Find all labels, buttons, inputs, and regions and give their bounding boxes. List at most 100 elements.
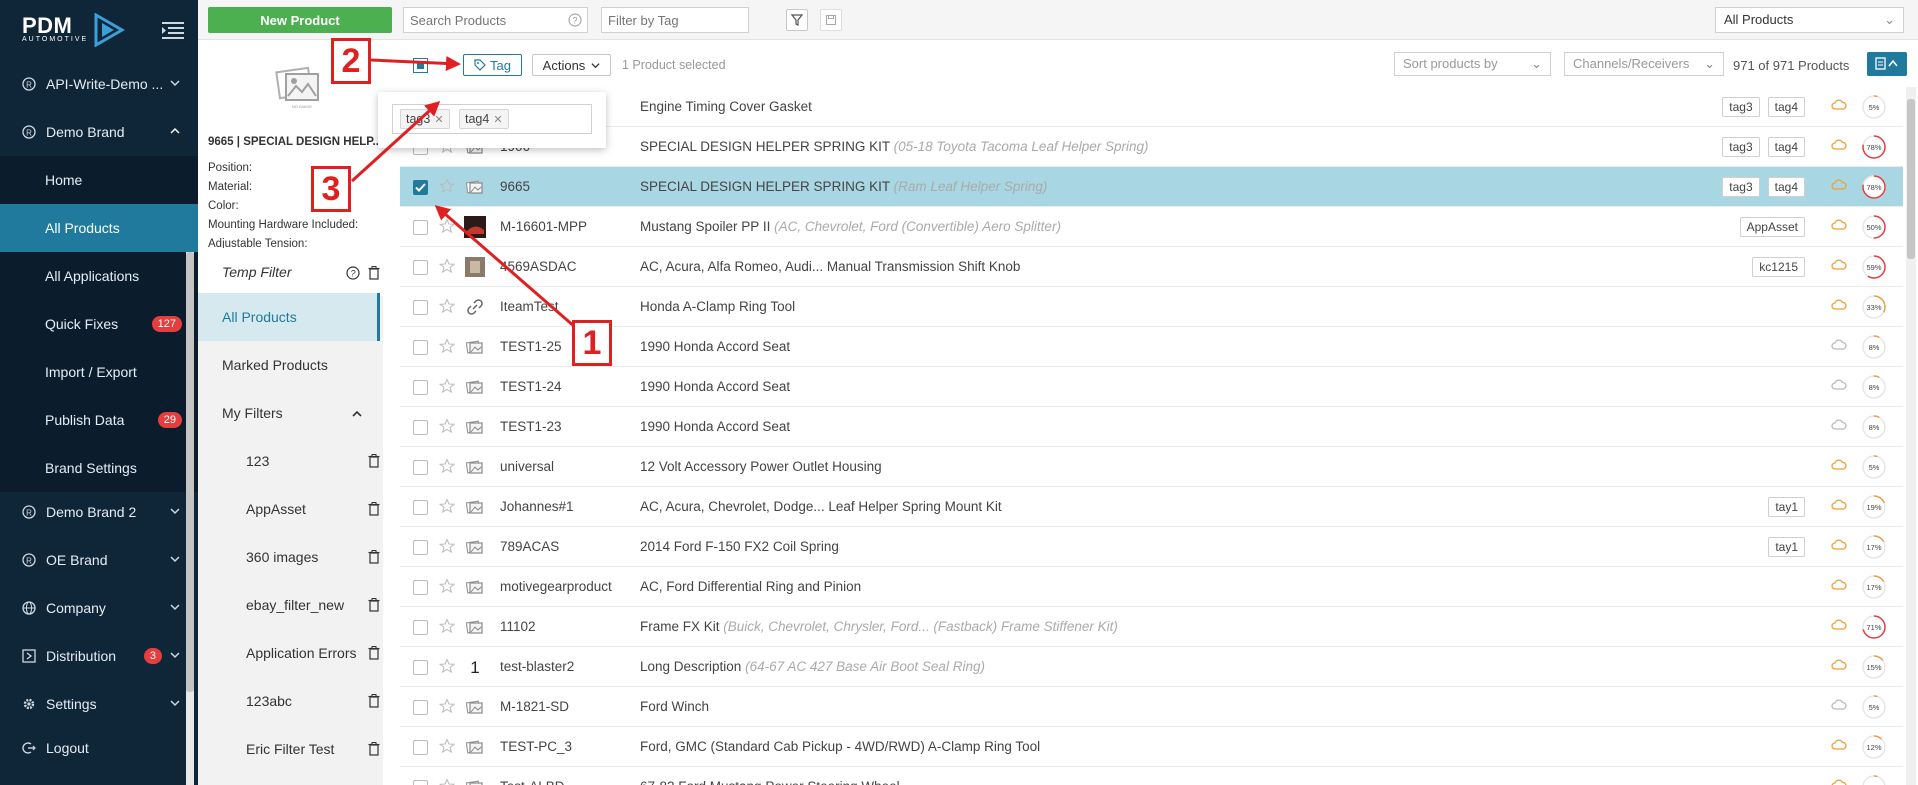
product-tag[interactable]: tag4 — [1767, 137, 1805, 157]
part-number[interactable]: M-16601-MPP — [500, 219, 625, 234]
product-tag[interactable]: tag4 — [1767, 97, 1805, 117]
row-checkbox[interactable] — [413, 620, 428, 635]
tag-chip[interactable]: tag4 ✕ — [459, 109, 509, 129]
trash-icon[interactable] — [368, 454, 380, 468]
table-row[interactable]: 9665 SPECIAL DESIGN HELPER SPRING KIT (Ra… — [400, 167, 1903, 207]
trash-icon[interactable] — [368, 550, 380, 564]
product-name[interactable]: 1990 Honda Accord Seat — [640, 419, 790, 434]
row-checkbox[interactable] — [413, 740, 428, 755]
saved-filter-item[interactable]: ebay_filter_new — [198, 581, 380, 629]
row-checkbox[interactable] — [413, 660, 428, 675]
table-row[interactable]: IteamTest Honda A-Clamp Ring Tool 33% — [400, 287, 1903, 327]
table-row[interactable]: TEST1-25 1990 Honda Accord Seat 8% — [400, 327, 1903, 367]
table-row[interactable]: Test-ALBD 67-82 Ford Mustang Power Steeri… — [400, 767, 1903, 785]
saved-filter-item[interactable]: 360 images — [198, 533, 380, 581]
nav-demo-brand-2[interactable]: R Demo Brand 2 — [0, 488, 198, 536]
tag-button[interactable]: Tag — [463, 54, 522, 76]
star-icon[interactable] — [439, 178, 455, 194]
search-input[interactable] — [403, 7, 588, 33]
help-icon[interactable]: ? — [568, 13, 582, 27]
temp-filter[interactable]: Temp Filter ? — [198, 248, 384, 296]
new-product-button[interactable]: New Product — [208, 7, 392, 33]
nav-all-applications[interactable]: All Applications — [0, 252, 198, 300]
nav-home[interactable]: Home — [0, 156, 198, 204]
part-number[interactable]: test-blaster2 — [500, 659, 625, 674]
table-row[interactable]: 789ACAS 2014 Ford F-150 FX2 Coil Spring t… — [400, 527, 1903, 567]
product-table-scrollbar[interactable] — [1906, 87, 1916, 785]
actions-dropdown[interactable]: Actions — [532, 54, 611, 76]
row-checkbox[interactable] — [413, 220, 428, 235]
star-icon[interactable] — [439, 778, 455, 785]
product-name[interactable]: AC, Acura, Alfa Romeo, Audi... Manual Tr… — [640, 259, 1020, 274]
product-name[interactable]: 12 Volt Accessory Power Outlet Housing — [640, 459, 882, 474]
star-icon[interactable] — [439, 738, 455, 754]
table-row[interactable]: motivegearproduct AC, Ford Differential R… — [400, 567, 1903, 607]
tag-chip[interactable]: tag3 ✕ — [400, 109, 450, 129]
part-number[interactable]: IteamTest — [500, 299, 625, 314]
part-number[interactable]: Test-ALBD — [500, 779, 625, 785]
product-name[interactable]: 67-82 Ford Mustang Power Steering Wheel — [640, 779, 900, 785]
row-checkbox[interactable] — [413, 540, 428, 555]
remove-tag-icon[interactable]: ✕ — [493, 114, 502, 126]
nav-publish-data[interactable]: Publish Data 29 — [0, 396, 198, 444]
my-filters-header[interactable]: My Filters — [198, 389, 380, 437]
row-checkbox[interactable] — [413, 380, 428, 395]
table-row[interactable]: TEST-PC_3 Ford, GMC (Standard Cab Pickup … — [400, 727, 1903, 767]
trash-icon[interactable] — [368, 742, 380, 756]
table-row[interactable]: M-16601-MPP Mustang Spoiler PP II (AC, Ch… — [400, 207, 1903, 247]
table-row[interactable]: TEST1-23 1990 Honda Accord Seat 8% — [400, 407, 1903, 447]
row-checkbox[interactable] — [413, 420, 428, 435]
saved-filter-item[interactable]: Application Errors — [198, 629, 380, 677]
filter-panel-scrollbar[interactable] — [186, 252, 194, 785]
product-name[interactable]: SPECIAL DESIGN HELPER SPRING KIT (05-18 … — [640, 139, 1149, 154]
product-tag[interactable]: tag3 — [1722, 177, 1760, 197]
product-name[interactable]: Engine Timing Cover Gasket — [640, 99, 812, 114]
product-tag[interactable]: tag4 — [1767, 177, 1805, 197]
saved-filter-item[interactable]: 123 — [198, 437, 380, 485]
product-name[interactable]: Ford, GMC (Standard Cab Pickup - 4WD/RWD… — [640, 739, 1040, 754]
part-number[interactable]: 9665 — [500, 179, 625, 194]
remove-tag-icon[interactable]: ✕ — [434, 114, 443, 126]
scope-select[interactable]: All Products ⌄ — [1715, 7, 1904, 33]
table-row[interactable]: 1 test-blaster2 Long Description (64-67 AC… — [400, 647, 1903, 687]
trash-icon[interactable] — [368, 646, 380, 660]
row-checkbox[interactable] — [413, 300, 428, 315]
star-icon[interactable] — [439, 618, 455, 634]
star-icon[interactable] — [439, 578, 455, 594]
product-name[interactable]: Frame FX Kit (Buick, Chevrolet, Chrysler… — [640, 619, 1118, 634]
filter-button[interactable] — [786, 9, 808, 31]
product-tag[interactable]: tag3 — [1722, 97, 1760, 117]
row-checkbox[interactable] — [413, 180, 428, 195]
nav-oe-brand[interactable]: R OE Brand — [0, 536, 198, 584]
help-icon[interactable]: ? — [346, 266, 360, 280]
nav-api-write-demo[interactable]: R API-Write-Demo ... — [0, 60, 198, 108]
product-name[interactable]: AC, Acura, Chevrolet, Dodge... Leaf Help… — [640, 499, 1002, 514]
star-icon[interactable] — [439, 218, 455, 234]
row-checkbox[interactable] — [413, 580, 428, 595]
product-tag[interactable]: kc1215 — [1752, 257, 1805, 277]
product-name[interactable]: Long Description (64-67 AC 427 Base Air … — [640, 659, 985, 674]
row-checkbox[interactable] — [413, 700, 428, 715]
row-checkbox[interactable] — [413, 780, 428, 785]
star-icon[interactable] — [439, 258, 455, 274]
channels-select[interactable]: Channels/Receivers ⌄ — [1564, 52, 1724, 76]
part-number[interactable]: TEST1-23 — [500, 419, 625, 434]
row-checkbox[interactable] — [413, 460, 428, 475]
trash-icon[interactable] — [368, 266, 380, 280]
nav-all-products[interactable]: All Products — [0, 204, 198, 252]
saved-filter-item[interactable]: Eric Filter Test — [198, 725, 380, 773]
part-number[interactable]: 789ACAS — [500, 539, 625, 554]
product-name[interactable]: 2014 Ford F-150 FX2 Coil Spring — [640, 539, 839, 554]
product-name[interactable]: 1990 Honda Accord Seat — [640, 339, 790, 354]
part-number[interactable]: universal — [500, 459, 625, 474]
nav-logout[interactable]: Logout — [0, 724, 198, 772]
star-icon[interactable] — [439, 298, 455, 314]
star-icon[interactable] — [439, 338, 455, 354]
table-row[interactable]: 1906SPECIAL DESIGN HELPER SPRING KIT (05… — [400, 127, 1903, 167]
part-number[interactable]: 11102 — [500, 619, 625, 634]
product-name[interactable]: Mustang Spoiler PP II (AC, Chevrolet, Fo… — [640, 219, 1061, 234]
part-number[interactable]: Johannes#1 — [500, 499, 625, 514]
star-icon[interactable] — [439, 698, 455, 714]
saved-filter-item[interactable]: AppAsset — [198, 485, 380, 533]
trash-icon[interactable] — [368, 598, 380, 612]
